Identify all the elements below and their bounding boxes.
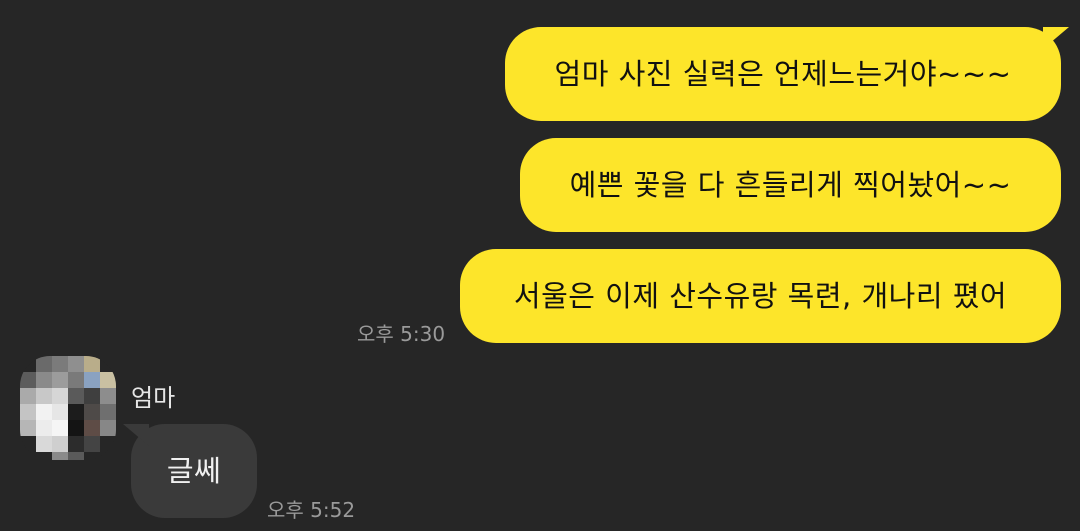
sender-name: 엄마 xyxy=(131,384,176,412)
chat-room: 엄마 사진 실력은 언제느는거야~~~ 예쁜 꽃을 다 흔들리게 찍어놨어~~ … xyxy=(0,0,1080,531)
message-text: 예쁜 꽃을 다 흔들리게 찍어놨어~~ xyxy=(569,168,1012,202)
avatar[interactable] xyxy=(20,356,116,460)
message-timestamp: 오후 5:52 xyxy=(267,498,356,522)
incoming-message-bubble[interactable]: 글쎄 xyxy=(123,424,257,518)
outgoing-message-bubble[interactable]: 서울은 이제 산수유랑 목련, 개나리 폈어 xyxy=(460,249,1061,343)
outgoing-message-bubble[interactable]: 예쁜 꽃을 다 흔들리게 찍어놨어~~ xyxy=(520,138,1061,232)
message-timestamp: 오후 5:30 xyxy=(357,322,446,346)
message-text: 엄마 사진 실력은 언제느는거야~~~ xyxy=(554,57,1012,91)
message-text: 글쎄 xyxy=(166,454,222,488)
outgoing-message-bubble[interactable]: 엄마 사진 실력은 언제느는거야~~~ xyxy=(505,27,1069,121)
message-text: 서울은 이제 산수유랑 목련, 개나리 폈어 xyxy=(513,279,1008,313)
